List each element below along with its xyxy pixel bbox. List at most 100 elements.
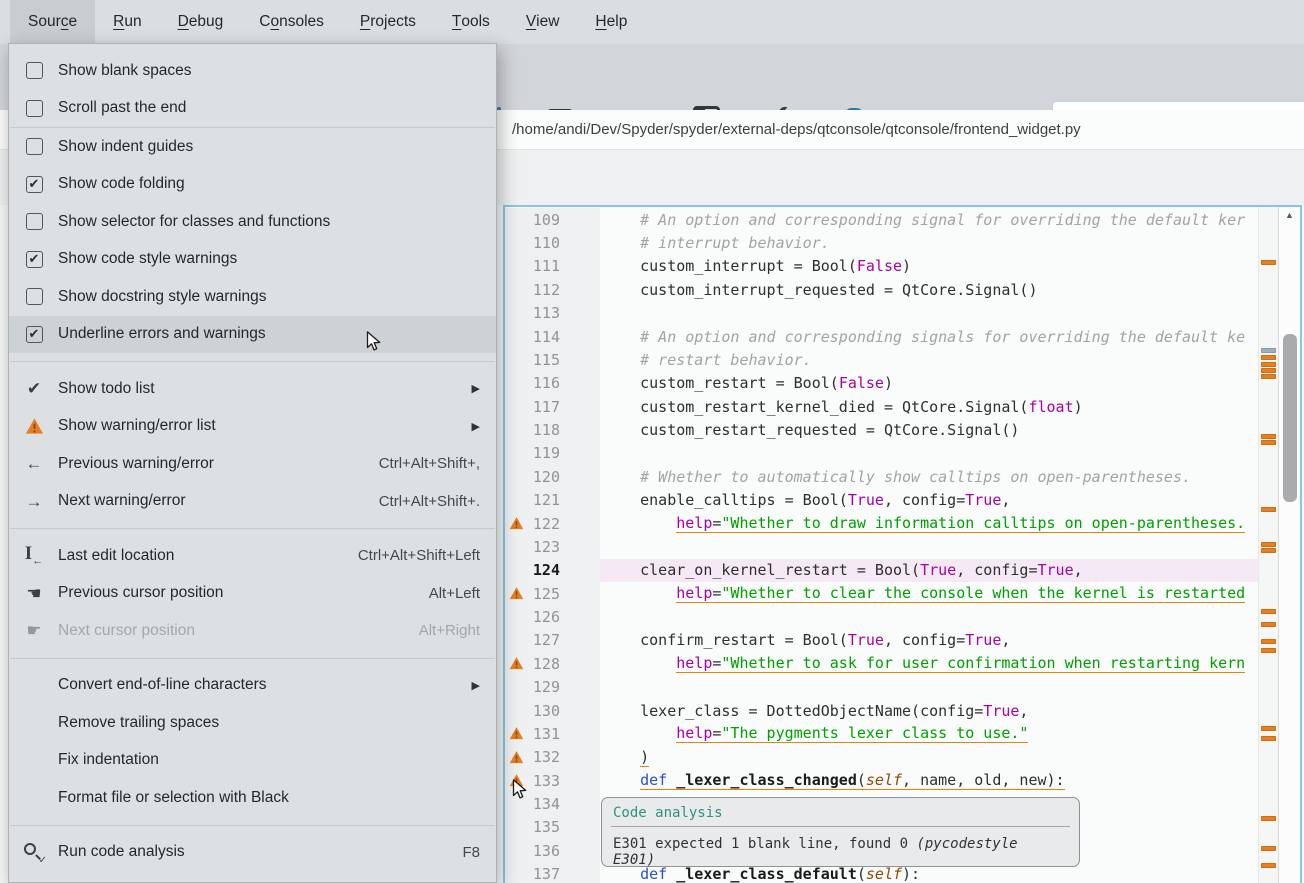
- menu-item-remove-trailing-spaces[interactable]: Remove trailing spaces: [9, 704, 496, 742]
- code-line-115[interactable]: 115 # restart behavior.: [505, 348, 1258, 371]
- warning-icon[interactable]: [509, 726, 524, 741]
- scroll-flag-marker[interactable]: [1261, 507, 1276, 512]
- scroll-flag-marker[interactable]: [1261, 726, 1276, 731]
- menu-item-format-file-or-selection-with-black[interactable]: Format file or selection with Black: [9, 779, 496, 817]
- menu-item-previous-cursor-position[interactable]: ☚Previous cursor positionAlt+Left: [9, 575, 496, 613]
- vertical-scrollbar[interactable]: ▲: [1278, 207, 1300, 883]
- line-number: 110: [533, 234, 560, 252]
- scroll-flag-area[interactable]: [1258, 207, 1278, 883]
- menubar-item-view[interactable]: View: [508, 0, 578, 44]
- menu-item-convert-end-of-line-characters[interactable]: Convert end-of-line characters▶: [9, 667, 496, 705]
- scroll-flag-marker[interactable]: [1261, 639, 1276, 644]
- code-text: confirm_restart = Bool(True, config=True…: [600, 629, 1258, 652]
- scroll-flag-marker[interactable]: [1261, 374, 1276, 379]
- code-line-109[interactable]: 109 # An option and corresponding signal…: [505, 208, 1258, 231]
- code-line-124[interactable]: 124 clear_on_kernel_restart = Bool(True,…: [505, 559, 1258, 582]
- code-line-119[interactable]: 119: [505, 442, 1258, 465]
- code-line-111[interactable]: 111 custom_interrupt = Bool(False): [505, 255, 1258, 278]
- menu-item-label: Show code folding: [58, 175, 185, 193]
- line-number: 125: [533, 585, 560, 603]
- menubar-item-tools[interactable]: Tools: [434, 0, 508, 44]
- scroll-flag-marker[interactable]: [1261, 348, 1276, 353]
- code-text: [600, 605, 1258, 628]
- scroll-flag-marker[interactable]: [1261, 548, 1276, 553]
- submenu-arrow-icon: ▶: [472, 679, 480, 692]
- scroll-flag-marker[interactable]: [1261, 542, 1276, 547]
- code-line-118[interactable]: 118 custom_restart_requested = QtCore.Si…: [505, 418, 1258, 441]
- gutter-cell: 118: [505, 418, 600, 441]
- code-line-131[interactable]: 131 help="The pygments lexer class to us…: [505, 722, 1258, 745]
- menubar-item-consoles[interactable]: Consoles: [241, 0, 342, 44]
- gutter-cell: 109: [505, 208, 600, 231]
- scroll-flag-marker[interactable]: [1261, 434, 1276, 439]
- scroll-flag-marker[interactable]: [1261, 648, 1276, 653]
- code-line-132[interactable]: 132 ): [505, 746, 1258, 769]
- warning-icon[interactable]: [509, 656, 524, 671]
- code-line-130[interactable]: 130 lexer_class = DottedObjectName(confi…: [505, 699, 1258, 722]
- menubar-item-help[interactable]: Help: [577, 0, 645, 44]
- code-line-113[interactable]: 113: [505, 302, 1258, 325]
- warning-icon[interactable]: [509, 586, 524, 601]
- code-line-129[interactable]: 129: [505, 676, 1258, 699]
- scroll-flag-marker[interactable]: [1261, 260, 1276, 265]
- breadcrumb: /home/andi/Dev/Spyder/spyder/external-de…: [512, 121, 1081, 138]
- scroll-flag-marker[interactable]: [1261, 622, 1276, 627]
- code-line-123[interactable]: 123: [505, 535, 1258, 558]
- code-line-117[interactable]: 117 custom_restart_kernel_died = QtCore.…: [505, 395, 1258, 418]
- code-editor[interactable]: 109 # An option and corresponding signal…: [503, 205, 1302, 883]
- menu-item-previous-warning-error[interactable]: ←Previous warning/errorCtrl+Alt+Shift+,: [9, 445, 496, 483]
- menu-item-underline-errors-and-warnings[interactable]: ✔Underline errors and warnings: [9, 316, 496, 354]
- menu-separator: [10, 361, 495, 362]
- line-number: 124: [533, 561, 560, 579]
- warning-icon[interactable]: [509, 516, 524, 531]
- menubar-item-run[interactable]: Run: [95, 0, 159, 44]
- code-line-112[interactable]: 112 custom_interrupt_requested = QtCore.…: [505, 278, 1258, 301]
- menu-item-show-code-folding[interactable]: ✔Show code folding: [9, 166, 496, 204]
- menu-item-next-cursor-position[interactable]: ☛Next cursor positionAlt+Right: [9, 612, 496, 650]
- menubar-item-debug[interactable]: Debug: [160, 0, 242, 44]
- menu-item-show-docstring-style-warnings[interactable]: Show docstring style warnings: [9, 278, 496, 316]
- scroll-flag-marker[interactable]: [1261, 846, 1276, 851]
- menu-item-show-warning-error-list[interactable]: Show warning/error list▶: [9, 408, 496, 446]
- code-line-110[interactable]: 110 # interrupt behavior.: [505, 231, 1258, 254]
- code-lines: 109 # An option and corresponding signal…: [505, 207, 1258, 883]
- scroll-flag-marker[interactable]: [1261, 368, 1276, 373]
- code-line-121[interactable]: 121 enable_calltips = Bool(True, config=…: [505, 489, 1258, 512]
- scroll-flag-marker[interactable]: [1261, 440, 1276, 445]
- code-line-116[interactable]: 116 custom_restart = Bool(False): [505, 372, 1258, 395]
- scroll-flag-marker[interactable]: [1261, 355, 1276, 360]
- code-line-126[interactable]: 126: [505, 605, 1258, 628]
- scroll-flag-marker[interactable]: [1261, 736, 1276, 741]
- scroll-flag-marker[interactable]: [1261, 362, 1276, 367]
- menu-item-scroll-past-the-end[interactable]: Scroll past the end: [9, 90, 496, 128]
- code-line-133[interactable]: 133 def _lexer_class_changed(self, name,…: [505, 769, 1258, 792]
- menu-item-next-warning-error[interactable]: →Next warning/errorCtrl+Alt+Shift+.: [9, 483, 496, 521]
- menu-item-last-edit-location[interactable]: I←Last edit locationCtrl+Alt+Shift+Left: [9, 537, 496, 575]
- menu-item-show-selector-for-classes-and-functions[interactable]: Show selector for classes and functions: [9, 203, 496, 241]
- scrollbar-thumb[interactable]: [1283, 334, 1297, 502]
- code-line-128[interactable]: 128 help="Whether to ask for user confir…: [505, 652, 1258, 675]
- checkbox-unchecked: [26, 100, 43, 117]
- menubar-item-source[interactable]: Source: [10, 0, 95, 44]
- code-line-125[interactable]: 125 help="Whether to clear the console w…: [505, 582, 1258, 605]
- scroll-flag-marker[interactable]: [1261, 609, 1276, 614]
- code-text: # An option and corresponding signals fo…: [600, 325, 1258, 348]
- code-line-122[interactable]: 122 help="Whether to draw information ca…: [505, 512, 1258, 535]
- line-number: 135: [533, 818, 560, 836]
- menu-item-show-todo-list[interactable]: ✔Show todo list▶: [9, 370, 496, 408]
- menu-item-show-indent-guides[interactable]: Show indent guides: [9, 128, 496, 166]
- menu-item-show-code-style-warnings[interactable]: ✔Show code style warnings: [9, 241, 496, 279]
- menubar-item-projects[interactable]: Projects: [342, 0, 434, 44]
- scrollbar-up-icon[interactable]: ▲: [1279, 210, 1300, 220]
- scroll-flag-marker[interactable]: [1261, 816, 1276, 821]
- menu-item-show-blank-spaces[interactable]: Show blank spaces: [9, 52, 496, 90]
- submenu-arrow-icon: ▶: [472, 382, 480, 395]
- code-line-127[interactable]: 127 confirm_restart = Bool(True, config=…: [505, 629, 1258, 652]
- menu-item-fix-indentation[interactable]: Fix indentation: [9, 742, 496, 780]
- code-line-114[interactable]: 114 # An option and corresponding signal…: [505, 325, 1258, 348]
- code-line-120[interactable]: 120 # Whether to automatically show call…: [505, 465, 1258, 488]
- warning-icon[interactable]: [509, 750, 524, 765]
- scroll-flag-marker[interactable]: [1261, 863, 1276, 868]
- menu-item-run-code-analysis[interactable]: ✓Run code analysisF8: [9, 834, 496, 872]
- checkbox-unchecked: [26, 288, 43, 305]
